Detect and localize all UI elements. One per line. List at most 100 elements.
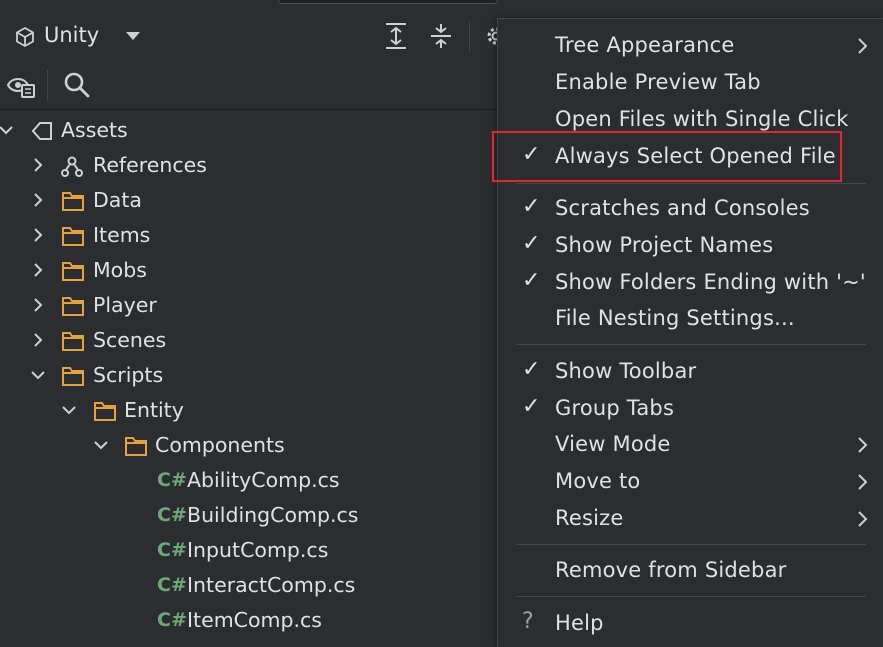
csharp-file-icon: C#	[157, 469, 187, 491]
menu-item-label: Help	[555, 611, 604, 635]
menu-item-label: View Mode	[555, 432, 671, 456]
menu-item-always-select-opened-file[interactable]: ✓ Always Select Opened File	[498, 138, 883, 174]
view-options-menu: Tree Appearance Enable Preview Tab Open …	[497, 18, 883, 647]
chevron-right-icon[interactable]	[30, 227, 46, 243]
menu-item-label: Remove from Sidebar	[555, 558, 787, 582]
tree-label: Entity	[124, 398, 184, 422]
tree-label: References	[93, 153, 207, 177]
menu-item-move-to[interactable]: Move to	[498, 463, 883, 499]
tree-row-file[interactable]: C# InputComp.cs	[0, 533, 500, 568]
tree-row-components[interactable]: Components	[0, 428, 500, 463]
menu-item-label: Scratches and Consoles	[555, 196, 810, 220]
folder-icon	[62, 367, 84, 386]
chevron-right-icon	[858, 474, 868, 490]
tree-row-scenes[interactable]: Scenes	[0, 323, 500, 358]
menu-item-label: File Nesting Settings...	[555, 306, 795, 330]
folder-icon	[62, 332, 84, 351]
menu-item-scratches-consoles[interactable]: ✓ Scratches and Consoles	[498, 190, 883, 226]
menu-item-label: Move to	[555, 469, 641, 493]
tree-row-file[interactable]: C# InteractComp.cs	[0, 568, 500, 603]
tree-row-data[interactable]: Data	[0, 183, 500, 218]
menu-item-label: Resize	[555, 506, 624, 530]
chevron-right-icon[interactable]	[30, 157, 46, 173]
menu-item-open-files-single-click[interactable]: Open Files with Single Click	[498, 101, 883, 137]
tree-row-player[interactable]: Player	[0, 288, 500, 323]
folder-icon	[94, 402, 116, 421]
chevron-down-icon[interactable]	[123, 28, 143, 44]
menu-item-show-project-names[interactable]: ✓ Show Project Names	[498, 227, 883, 263]
tree-label: Scripts	[93, 363, 164, 387]
folder-icon	[125, 437, 147, 456]
menu-item-group-tabs[interactable]: ✓ Group Tabs	[498, 390, 883, 426]
chevron-right-icon	[858, 38, 868, 54]
tree-label: Components	[155, 433, 285, 457]
checkmark-icon: ✓	[522, 357, 541, 382]
checkmark-icon: ✓	[522, 268, 541, 293]
menu-item-tree-appearance[interactable]: Tree Appearance	[498, 27, 883, 63]
unity-assets-icon	[31, 122, 52, 140]
tree-row-file[interactable]: C# ItemComp.cs	[0, 603, 500, 638]
chevron-right-icon[interactable]	[30, 192, 46, 208]
tree-row-scripts[interactable]: Scripts	[0, 358, 500, 393]
unity-logo-icon	[16, 26, 34, 48]
tree-label: Items	[93, 223, 151, 247]
references-icon	[61, 156, 83, 177]
checkmark-icon: ✓	[522, 142, 541, 167]
collapse-all-icon[interactable]	[428, 22, 454, 50]
checkmark-icon: ✓	[522, 394, 541, 419]
chevron-right-icon[interactable]	[30, 332, 46, 348]
menu-item-resize[interactable]: Resize	[498, 500, 883, 536]
menu-item-label: Tree Appearance	[555, 33, 735, 57]
chevron-right-icon	[858, 437, 868, 453]
scope-filter-icon[interactable]	[6, 71, 36, 99]
menu-item-help[interactable]: ? Help	[498, 605, 883, 641]
menu-item-label: Show Toolbar	[555, 359, 697, 383]
menu-item-file-nesting-settings[interactable]: File Nesting Settings...	[498, 300, 883, 336]
chevron-right-icon[interactable]	[30, 297, 46, 313]
csharp-file-icon: C#	[157, 574, 187, 596]
chevron-down-icon[interactable]	[93, 437, 109, 453]
project-tree: Assets References Data Items Mobs Player…	[0, 111, 500, 647]
folder-icon	[62, 297, 84, 316]
tree-label: ItemComp.cs	[187, 608, 322, 632]
chevron-right-icon	[858, 511, 868, 527]
menu-item-show-toolbar[interactable]: ✓ Show Toolbar	[498, 353, 883, 389]
search-icon[interactable]	[63, 71, 91, 99]
csharp-file-icon: C#	[157, 539, 187, 561]
folder-icon	[62, 262, 84, 281]
tree-row-references[interactable]: References	[0, 148, 500, 183]
tree-row-file-partial[interactable]: C#	[0, 638, 500, 647]
menu-item-remove-from-sidebar[interactable]: Remove from Sidebar	[498, 552, 883, 588]
tree-label: Mobs	[93, 258, 147, 282]
chevron-down-icon[interactable]	[61, 402, 77, 418]
menu-item-view-mode[interactable]: View Mode	[498, 426, 883, 462]
checkmark-icon: ✓	[522, 194, 541, 219]
tree-label: Data	[93, 188, 142, 212]
menu-item-show-folders-tilde[interactable]: ✓ Show Folders Ending with '~'	[498, 264, 883, 300]
menu-item-label: Enable Preview Tab	[555, 70, 761, 94]
tree-label: BuildingComp.cs	[187, 503, 359, 527]
expand-all-icon[interactable]	[383, 22, 409, 50]
tree-label: InteractComp.cs	[187, 573, 356, 597]
tree-row-entity[interactable]: Entity	[0, 393, 500, 428]
chevron-right-icon[interactable]	[30, 262, 46, 278]
tree-row-assets[interactable]: Assets	[0, 113, 500, 148]
top-strip	[0, 0, 883, 10]
tree-row-items[interactable]: Items	[0, 218, 500, 253]
menu-item-label: Show Folders Ending with '~'	[555, 270, 866, 294]
chevron-down-icon[interactable]	[30, 367, 46, 383]
tree-row-file[interactable]: C# BuildingComp.cs	[0, 498, 500, 533]
menu-item-enable-preview-tab[interactable]: Enable Preview Tab	[498, 64, 883, 100]
menu-separator	[516, 596, 866, 597]
chevron-down-icon[interactable]	[0, 122, 14, 138]
folder-icon	[62, 192, 84, 211]
top-field	[278, 0, 498, 4]
toolbar-divider	[47, 70, 48, 100]
project-name[interactable]: Unity	[44, 23, 99, 47]
menu-item-label: Show Project Names	[555, 233, 774, 257]
tree-label: Player	[93, 293, 157, 317]
tree-row-mobs[interactable]: Mobs	[0, 253, 500, 288]
menu-separator	[516, 544, 866, 545]
tree-row-file[interactable]: C# AbilityComp.cs	[0, 463, 500, 498]
csharp-file-icon: C#	[157, 609, 187, 631]
